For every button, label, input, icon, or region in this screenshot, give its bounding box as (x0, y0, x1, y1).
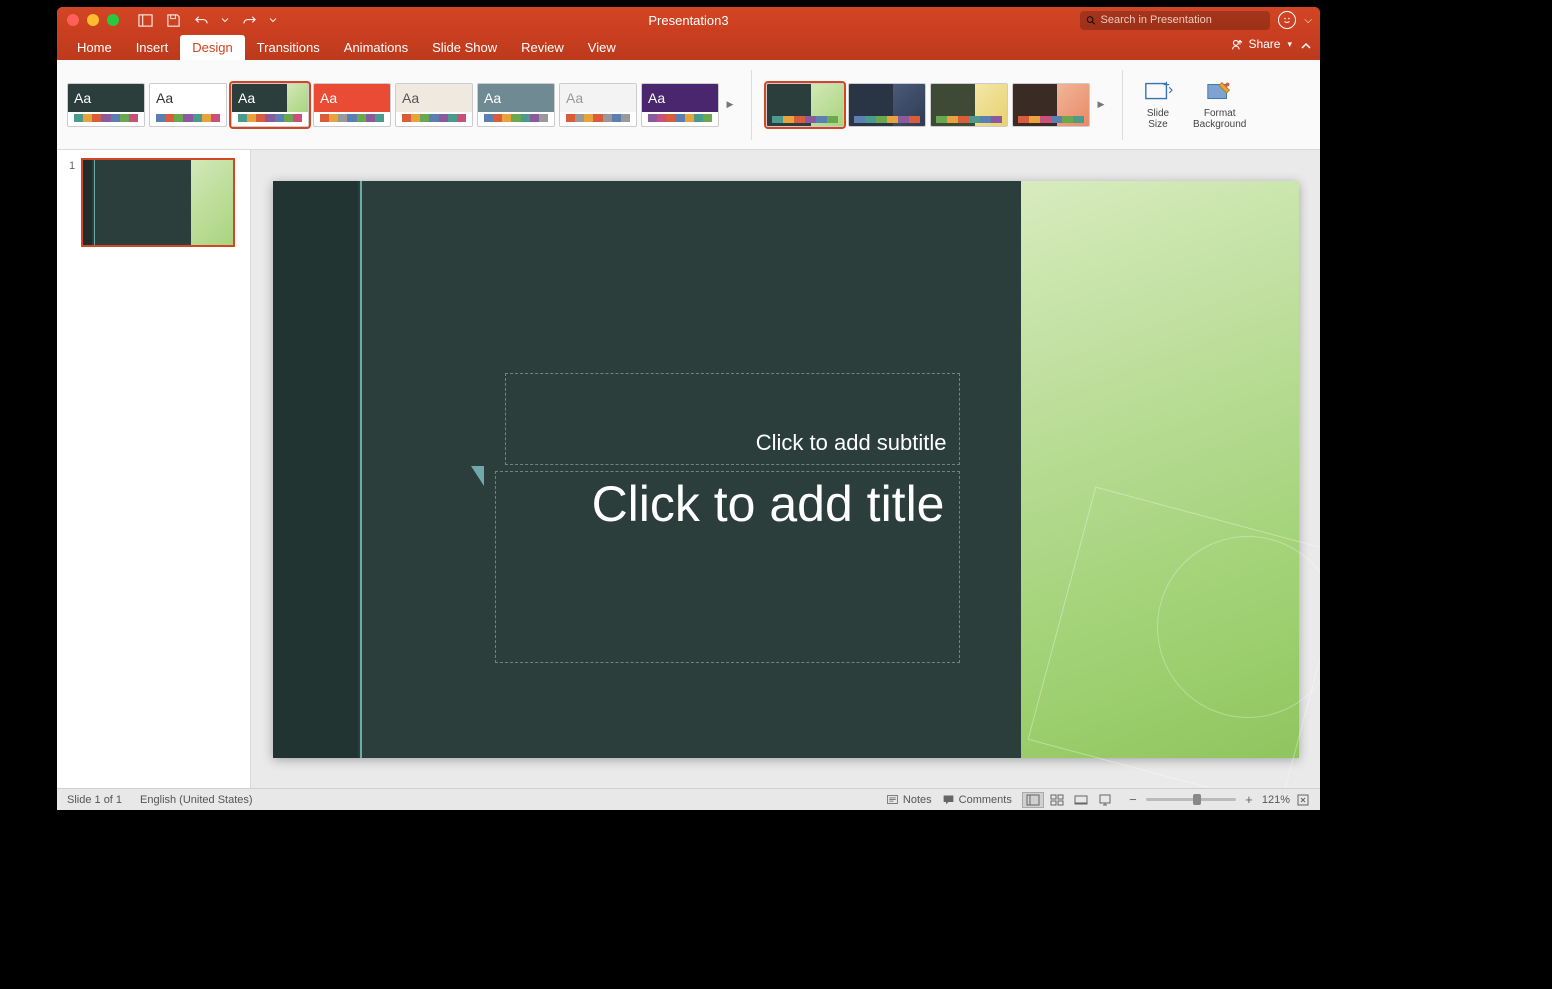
slide-info: Slide 1 of 1 (67, 794, 122, 806)
status-bar: Slide 1 of 1 English (United States) Not… (57, 788, 1320, 810)
theme-1[interactable]: Aa (67, 83, 145, 127)
view-buttons (1022, 792, 1116, 808)
ribbon-tabs: Home Insert Design Transitions Animation… (57, 33, 1320, 60)
minimize-icon[interactable] (87, 14, 99, 26)
main-area: 1 Click to add subtitle Click to add tit… (57, 150, 1320, 788)
title-text: Click to add title (592, 476, 945, 534)
slideshow-view-icon[interactable] (1094, 792, 1116, 808)
slide-canvas[interactable]: Click to add subtitle Click to add title (251, 150, 1320, 788)
reading-view-icon[interactable] (1070, 792, 1092, 808)
sidebar-toggle-icon[interactable] (137, 12, 153, 28)
feedback-icon[interactable] (1278, 11, 1296, 29)
themes-gallery: Aa Aa Aa Aa Aa Aa Aa Aa ▶ (67, 83, 737, 127)
close-icon[interactable] (67, 14, 79, 26)
qat-customize-icon[interactable] (269, 12, 277, 28)
theme-4[interactable]: Aa (313, 83, 391, 127)
ribbon: Aa Aa Aa Aa Aa Aa Aa Aa ▶ ▶ Slide Size F… (57, 60, 1320, 150)
save-icon[interactable] (165, 12, 181, 28)
title-placeholder[interactable]: Click to add title (495, 471, 960, 663)
comments-button[interactable]: Comments (942, 793, 1012, 806)
search-input[interactable] (1101, 14, 1265, 26)
language[interactable]: English (United States) (140, 794, 253, 806)
notes-button[interactable]: Notes (886, 793, 932, 806)
fit-to-window-icon[interactable] (1296, 793, 1310, 807)
undo-dropdown-icon[interactable] (221, 12, 229, 28)
slide-right-art (1021, 181, 1298, 758)
slide-leftbar (273, 181, 358, 758)
slide-accent-line (360, 181, 362, 758)
document-title: Presentation3 (648, 13, 728, 28)
slide-thumbnail-row: 1 (69, 158, 238, 247)
slide-panel[interactable]: 1 (57, 150, 251, 788)
variant-1-selected[interactable] (766, 83, 844, 127)
tab-view[interactable]: View (576, 35, 628, 60)
tab-design[interactable]: Design (180, 35, 244, 60)
tab-insert[interactable]: Insert (124, 35, 181, 60)
redo-icon[interactable] (241, 12, 257, 28)
triangle-icon (471, 466, 484, 486)
titlebar: Presentation3 ⌵ (57, 7, 1320, 33)
theme-6[interactable]: Aa (477, 83, 555, 127)
theme-8[interactable]: Aa (641, 83, 719, 127)
theme-7[interactable]: Aa (559, 83, 637, 127)
sorter-view-icon[interactable] (1046, 792, 1068, 808)
tab-home[interactable]: Home (65, 35, 124, 60)
window-controls (57, 14, 119, 26)
undo-icon[interactable] (193, 12, 209, 28)
share-button[interactable]: Share▾ (1231, 37, 1292, 51)
tab-slideshow[interactable]: Slide Show (420, 35, 509, 60)
search-box[interactable] (1080, 11, 1270, 30)
separator (751, 70, 752, 140)
zoom-controls: − + 121% (1126, 793, 1310, 807)
tab-review[interactable]: Review (509, 35, 576, 60)
quick-access-toolbar (137, 12, 277, 28)
tab-animations[interactable]: Animations (332, 35, 420, 60)
variants-more-icon[interactable]: ▶ (1094, 83, 1108, 127)
variants-gallery: ▶ (766, 83, 1108, 127)
collapse-ribbon-icon[interactable] (1300, 39, 1312, 57)
themes-more-icon[interactable]: ▶ (723, 83, 737, 127)
normal-view-icon[interactable] (1022, 792, 1044, 808)
slide[interactable]: Click to add subtitle Click to add title (273, 181, 1299, 758)
zoom-in-button[interactable]: + (1242, 793, 1256, 807)
app-window: Presentation3 ⌵ Home Insert Design Trans… (57, 7, 1320, 810)
format-bg-label: Format Background (1193, 108, 1246, 130)
slide-size-label: Slide Size (1147, 108, 1169, 130)
zoom-icon[interactable] (107, 14, 119, 26)
slide-size-button[interactable]: Slide Size (1137, 79, 1179, 130)
separator (1122, 70, 1123, 140)
variant-4[interactable] (1012, 83, 1090, 127)
format-background-button[interactable]: Format Background (1187, 79, 1252, 130)
subtitle-text: Click to add subtitle (756, 430, 947, 456)
feedback-dropdown-icon[interactable]: ⌵ (1304, 15, 1312, 26)
theme-3-selected[interactable]: Aa (231, 83, 309, 127)
slide-thumbnail-1[interactable] (81, 158, 235, 247)
tab-transitions[interactable]: Transitions (245, 35, 332, 60)
variant-3[interactable] (930, 83, 1008, 127)
theme-5[interactable]: Aa (395, 83, 473, 127)
zoom-percent[interactable]: 121% (1262, 794, 1290, 806)
search-icon (1086, 15, 1096, 26)
zoom-out-button[interactable]: − (1126, 793, 1140, 807)
zoom-slider[interactable] (1146, 798, 1236, 801)
theme-2[interactable]: Aa (149, 83, 227, 127)
slide-number: 1 (69, 158, 75, 247)
variant-2[interactable] (848, 83, 926, 127)
subtitle-placeholder[interactable]: Click to add subtitle (505, 373, 960, 465)
